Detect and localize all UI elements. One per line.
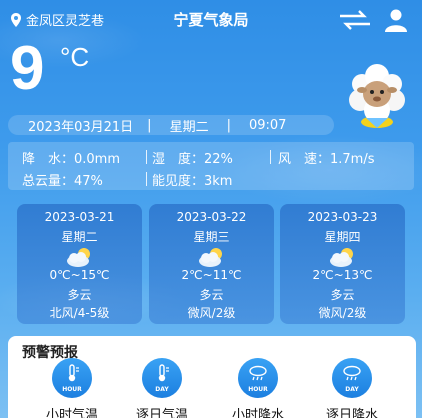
forecast-date: 2023-03-23 [307, 210, 378, 224]
visibility-value: 能见度：3km [152, 174, 233, 189]
current-weekday: 星期二 [169, 119, 209, 135]
humidity-value: 湿 度：22% [152, 152, 233, 167]
wind-speed-value: 风 速：1.7m/s [278, 152, 375, 167]
forecast-weather: 多云 [330, 288, 355, 302]
thermometer-icon [68, 364, 79, 382]
daily-temperature-button[interactable]: DAY 逐日气温 [122, 358, 202, 418]
alert-panel: 预警预报 HOUR 小时气温 DAY 逐日气温 HOUR 小时降水 DAY 逐日… [8, 336, 416, 418]
forecast-date: 2023-03-22 [176, 210, 247, 224]
thermometer-icon [158, 364, 169, 382]
current-temperature: 9 [10, 34, 45, 103]
forecast-card-day1[interactable]: 2023-03-21 星期二 0℃~15℃ 多云 北风/4-5级 [17, 204, 142, 324]
forecast-card-day2[interactable]: 2023-03-22 星期三 2℃~11℃ 多云 微风/2级 [149, 204, 274, 324]
forecast-temp-range: 0℃~15℃ [49, 268, 110, 282]
hourly-precipitation-button[interactable]: HOUR 小时降水 [218, 358, 298, 418]
forecast-weekday: 星期四 [324, 230, 361, 244]
button-label: 逐日气温 [135, 408, 188, 418]
forecast-wind: 微风/2级 [318, 306, 367, 320]
forecast-temp-range: 2℃~11℃ [181, 268, 242, 282]
button-tag: DAY [155, 386, 169, 393]
current-time: 09:07 [248, 117, 287, 133]
hourly-temperature-button[interactable]: HOUR 小时气温 [32, 358, 112, 418]
forecast-temp-range: 2℃~13℃ [312, 268, 373, 282]
forecast-weekday: 星期三 [193, 230, 230, 244]
partly-cloudy-icon [66, 248, 90, 267]
forecast-weather: 多云 [199, 288, 224, 302]
rain-cloud-icon [249, 365, 267, 381]
sheep-mascot-icon [349, 64, 405, 128]
cloud-cover-value: 总云量：47% [22, 174, 103, 189]
partly-cloudy-icon [329, 248, 353, 267]
switch-arrows-icon[interactable] [338, 10, 372, 30]
date-bar: 2023年03月21日 | 星期二 | 09:07 [8, 115, 334, 135]
rain-cloud-icon [343, 365, 361, 381]
button-tag: DAY [345, 386, 359, 393]
button-label: 小时气温 [45, 408, 98, 418]
button-label: 小时降水 [231, 408, 284, 418]
forecast-date: 2023-03-21 [44, 210, 115, 224]
partly-cloudy-icon [198, 248, 222, 267]
weather-stats-panel: 降 水：0.0mm 湿 度：22% 风 速：1.7m/s 总云量：47% 能见度… [8, 142, 414, 190]
button-tag: HOUR [248, 386, 268, 393]
precipitation-value: 降 水：0.0mm [22, 152, 121, 167]
button-label: 逐日降水 [325, 408, 378, 418]
temperature-unit: °C [60, 42, 90, 72]
forecast-wind: 微风/2级 [187, 306, 236, 320]
forecast-card-day3[interactable]: 2023-03-23 星期四 2℃~13℃ 多云 微风/2级 [280, 204, 405, 324]
user-icon[interactable] [384, 8, 408, 32]
top-bar: 金凤区灵芝巷 宁夏气象局 [0, 0, 422, 38]
forecast-wind: 北风/4-5级 [49, 306, 110, 320]
forecast-weekday: 星期二 [61, 230, 98, 244]
current-date: 2023年03月21日 [28, 119, 134, 135]
daily-precipitation-button[interactable]: DAY 逐日降水 [312, 358, 392, 418]
forecast-weather: 多云 [67, 288, 92, 302]
button-tag: HOUR [62, 386, 82, 393]
